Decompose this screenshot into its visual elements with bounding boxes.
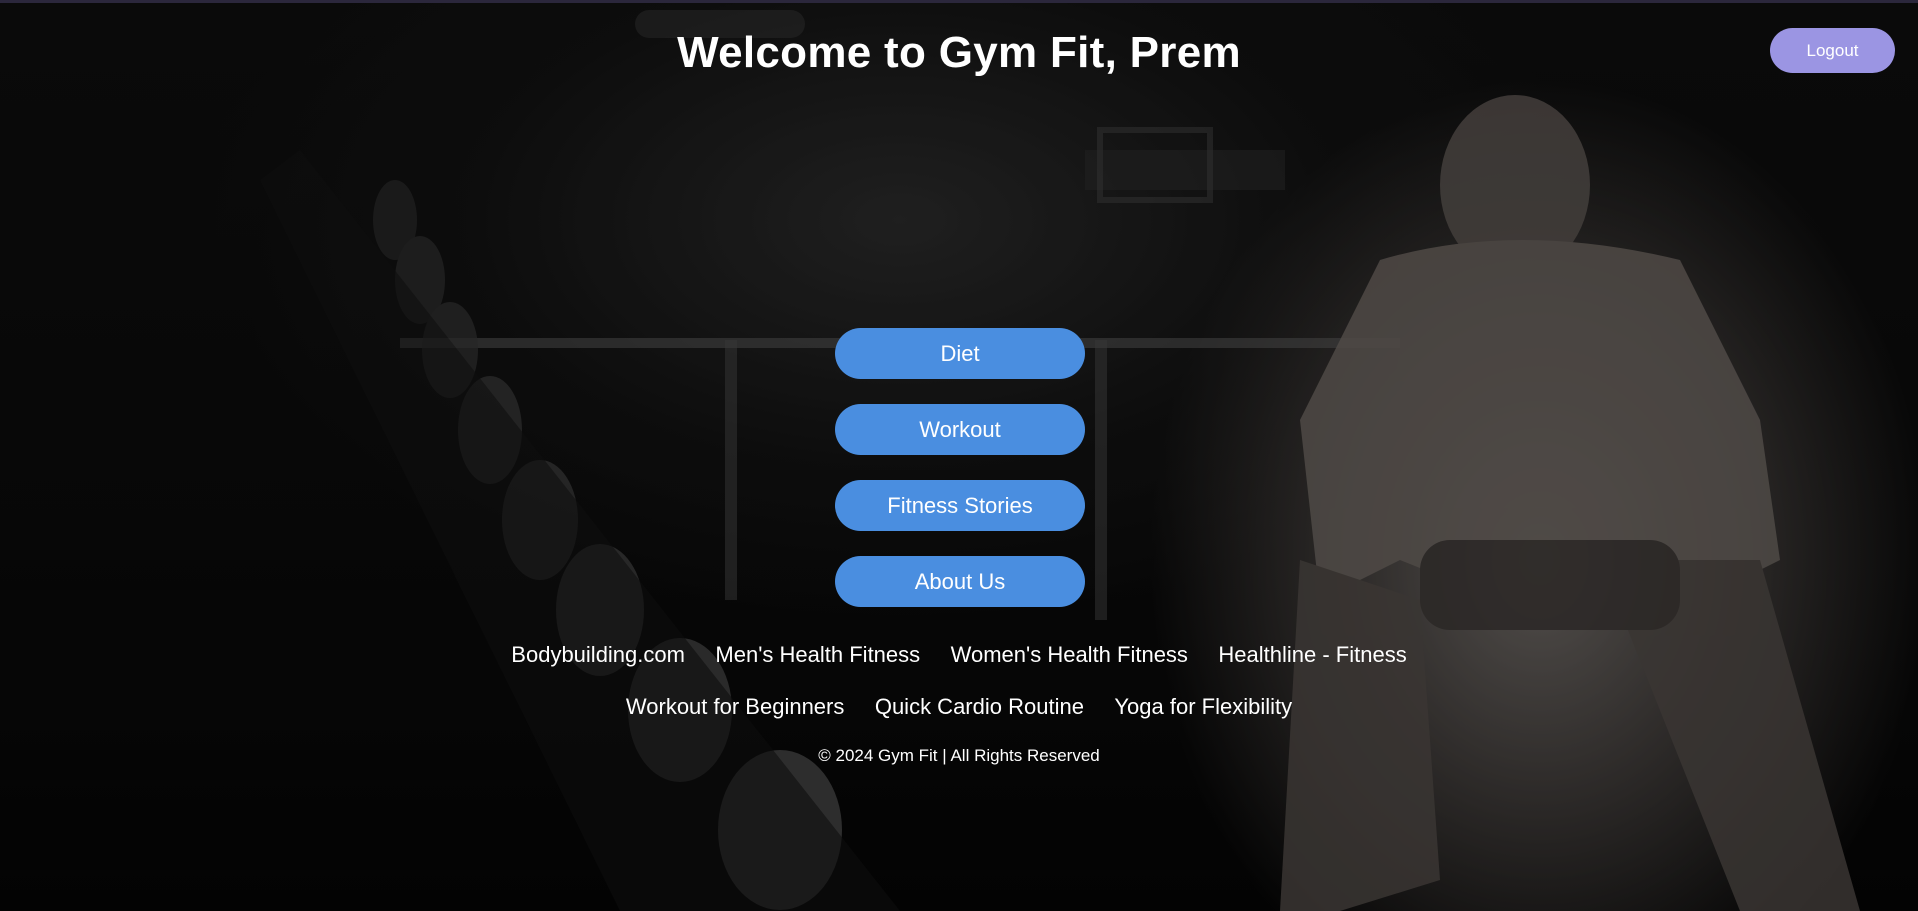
footer-copyright: © 2024 Gym Fit | All Rights Reserved: [818, 746, 1100, 765]
page-title: Welcome to Gym Fit, Prem: [677, 28, 1241, 77]
workout-button[interactable]: Workout: [835, 404, 1085, 455]
diet-button[interactable]: Diet: [835, 328, 1085, 379]
yoga-flexibility-link[interactable]: Yoga for Flexibility: [1114, 694, 1292, 719]
fitness-stories-button[interactable]: Fitness Stories: [835, 480, 1085, 531]
external-links-row-2: Workout for Beginners Quick Cardio Routi…: [0, 694, 1918, 720]
external-links-row-1: Bodybuilding.com Men's Health Fitness Wo…: [0, 642, 1918, 668]
gym-fit-page: Welcome to Gym Fit, Prem Logout Diet Wor…: [0, 0, 1918, 911]
about-us-button[interactable]: About Us: [835, 556, 1085, 607]
bodybuilding-link[interactable]: Bodybuilding.com: [511, 642, 685, 667]
main-menu: Diet Workout Fitness Stories About Us: [835, 328, 1085, 632]
logout-button[interactable]: Logout: [1770, 28, 1895, 73]
healthline-link[interactable]: Healthline - Fitness: [1218, 642, 1406, 667]
mens-health-link[interactable]: Men's Health Fitness: [715, 642, 920, 667]
workout-beginners-link[interactable]: Workout for Beginners: [626, 694, 844, 719]
womens-health-link[interactable]: Women's Health Fitness: [951, 642, 1188, 667]
quick-cardio-link[interactable]: Quick Cardio Routine: [875, 694, 1084, 719]
